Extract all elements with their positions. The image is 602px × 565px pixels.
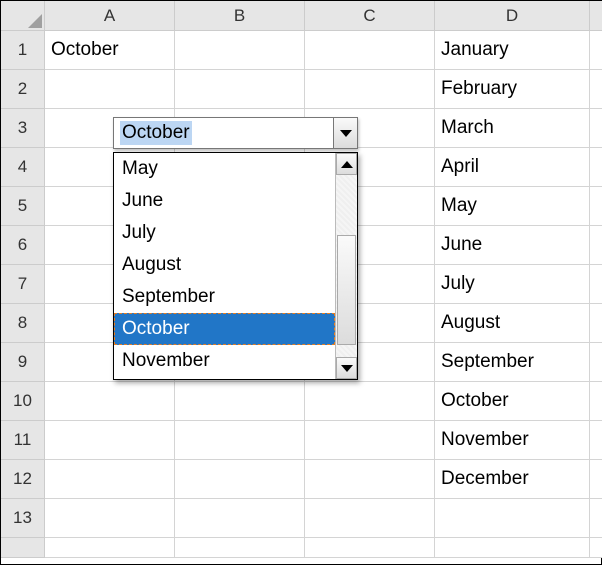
cell-B1[interactable] bbox=[175, 31, 305, 70]
combo-option[interactable]: September bbox=[114, 281, 335, 313]
combo-option[interactable]: July bbox=[114, 217, 335, 249]
col-header-C[interactable]: C bbox=[305, 1, 435, 31]
cell-D3[interactable]: March bbox=[435, 109, 590, 148]
chevron-down-icon bbox=[340, 130, 352, 137]
cell-A11[interactable] bbox=[45, 421, 175, 460]
cell-D12[interactable]: December bbox=[435, 460, 590, 499]
cell-A1[interactable]: October bbox=[45, 31, 175, 70]
combo-option[interactable]: November bbox=[114, 345, 335, 377]
cell-C1[interactable] bbox=[305, 31, 435, 70]
cell-B12[interactable] bbox=[175, 460, 305, 499]
scroll-thumb[interactable] bbox=[337, 235, 356, 345]
combo-dropdown-button[interactable] bbox=[333, 118, 357, 148]
chevron-down-icon bbox=[341, 365, 353, 372]
row-header-7[interactable]: 7 bbox=[1, 265, 45, 304]
col-header-edge bbox=[590, 1, 602, 31]
combo-scrollbar bbox=[335, 153, 357, 379]
row-header-10[interactable]: 10 bbox=[1, 382, 45, 421]
cell-D2[interactable]: February bbox=[435, 70, 590, 109]
row-header-11[interactable]: 11 bbox=[1, 421, 45, 460]
cell-D1[interactable]: January bbox=[435, 31, 590, 70]
combo-option[interactable]: August bbox=[114, 249, 335, 281]
col-header-D[interactable]: D bbox=[435, 1, 590, 31]
combo-option[interactable]: June bbox=[114, 185, 335, 217]
cell-edge bbox=[590, 31, 602, 70]
cell-D11[interactable]: November bbox=[435, 421, 590, 460]
cell-B11[interactable] bbox=[175, 421, 305, 460]
cell-D7[interactable]: July bbox=[435, 265, 590, 304]
scroll-up-button[interactable] bbox=[336, 153, 357, 175]
col-header-B[interactable]: B bbox=[175, 1, 305, 31]
cell-A12[interactable] bbox=[45, 460, 175, 499]
row-header-1[interactable]: 1 bbox=[1, 31, 45, 70]
cell-B13[interactable] bbox=[175, 499, 305, 538]
combo-value: October bbox=[120, 121, 192, 145]
combo-list: May June July August September October N… bbox=[113, 152, 358, 380]
cell-A13[interactable] bbox=[45, 499, 175, 538]
cell-D13[interactable] bbox=[435, 499, 590, 538]
combo-option[interactable]: December bbox=[114, 377, 335, 379]
select-all-corner[interactable] bbox=[1, 1, 45, 31]
cell-B2[interactable] bbox=[175, 70, 305, 109]
combo-items: May June July August September October N… bbox=[114, 153, 335, 379]
cell-D4[interactable]: April bbox=[435, 148, 590, 187]
row-header-13[interactable]: 13 bbox=[1, 499, 45, 538]
row-header-9[interactable]: 9 bbox=[1, 343, 45, 382]
combo-field[interactable]: October bbox=[113, 117, 358, 149]
cell-D8[interactable]: August bbox=[435, 304, 590, 343]
row-header-6[interactable]: 6 bbox=[1, 226, 45, 265]
scroll-down-button[interactable] bbox=[336, 357, 357, 379]
cell-D10[interactable]: October bbox=[435, 382, 590, 421]
combo-option-selected[interactable]: October bbox=[114, 313, 335, 345]
cell-D6[interactable]: June bbox=[435, 226, 590, 265]
cell-C10[interactable] bbox=[305, 382, 435, 421]
col-header-A[interactable]: A bbox=[45, 1, 175, 31]
cell-A10[interactable] bbox=[45, 382, 175, 421]
cell-C13[interactable] bbox=[305, 499, 435, 538]
cell-D5[interactable]: May bbox=[435, 187, 590, 226]
combo-text[interactable]: October bbox=[114, 118, 333, 148]
cell-C2[interactable] bbox=[305, 70, 435, 109]
combo-box: October May June July August September O… bbox=[113, 117, 358, 380]
scroll-track[interactable] bbox=[336, 175, 357, 357]
row-header-12[interactable]: 12 bbox=[1, 460, 45, 499]
cell-D9[interactable]: September bbox=[435, 343, 590, 382]
row-header-5[interactable]: 5 bbox=[1, 187, 45, 226]
combo-option[interactable]: May bbox=[114, 153, 335, 185]
cell-C12[interactable] bbox=[305, 460, 435, 499]
row-header-2[interactable]: 2 bbox=[1, 70, 45, 109]
cell-B10[interactable] bbox=[175, 382, 305, 421]
cell-C11[interactable] bbox=[305, 421, 435, 460]
cell-A2[interactable] bbox=[45, 70, 175, 109]
row-header-4[interactable]: 4 bbox=[1, 148, 45, 187]
row-header-8[interactable]: 8 bbox=[1, 304, 45, 343]
row-header-14[interactable] bbox=[1, 538, 45, 558]
row-header-3[interactable]: 3 bbox=[1, 109, 45, 148]
chevron-up-icon bbox=[341, 161, 353, 168]
